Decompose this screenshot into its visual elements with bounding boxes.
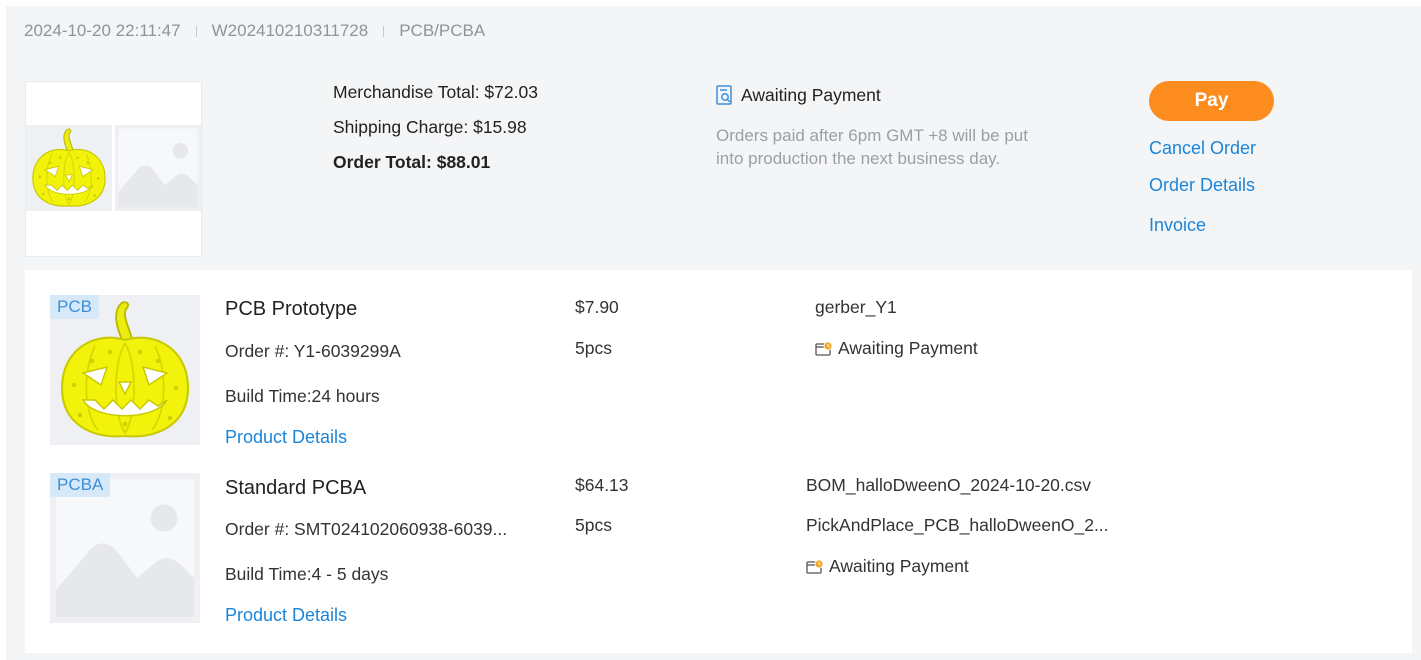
divider bbox=[195, 25, 197, 37]
product-title: Standard PCBA bbox=[225, 477, 367, 499]
status-label: Awaiting Payment bbox=[838, 338, 978, 358]
gerber-file-name[interactable]: gerber_Y1 bbox=[815, 297, 897, 318]
order-summary: Merchandise Total: $72.03 Shipping Charg… bbox=[333, 81, 538, 186]
order-number: Order #: Y1-6039299A bbox=[225, 341, 401, 361]
product-tag: PCBA bbox=[50, 473, 111, 497]
order-datetime: 2024-10-20 22:11:47 bbox=[24, 21, 181, 40]
product-details-link[interactable]: Product Details bbox=[225, 427, 347, 448]
order-actions: Pay Cancel Order Order Details Invoice bbox=[1149, 81, 1274, 235]
product-title: PCB Prototype bbox=[225, 298, 358, 320]
item-quantity: 5pcs bbox=[575, 515, 612, 535]
wallet-clock-icon bbox=[806, 559, 824, 574]
bom-file-name[interactable]: BOM_halloDweenO_2024-10-20.csv bbox=[806, 475, 1091, 496]
image-placeholder-thumbnail bbox=[115, 125, 201, 211]
merchandise-total: Merchandise Total: $72.03 bbox=[333, 82, 538, 102]
wallet-clock-icon bbox=[815, 341, 833, 356]
search-document-icon bbox=[716, 85, 732, 105]
status-row: Awaiting Payment bbox=[716, 83, 1056, 107]
image-placeholder-icon bbox=[115, 125, 201, 211]
invoice-link[interactable]: Invoice bbox=[1149, 215, 1206, 236]
pay-button[interactable]: Pay bbox=[1149, 81, 1274, 121]
status-label: Awaiting Payment bbox=[829, 556, 969, 576]
pumpkin-pcb-image bbox=[26, 125, 112, 211]
item-quantity: 5pcs bbox=[575, 338, 612, 358]
order-number: Order #: SMT024102060938-6039... bbox=[225, 519, 508, 539]
order-items-panel: PCB PCB Prototype Order #: Y1-6039299A B… bbox=[25, 270, 1412, 653]
pick-and-place-file-name[interactable]: PickAndPlace_PCB_halloDweenO_2... bbox=[806, 515, 1109, 536]
item-status: Awaiting Payment bbox=[806, 556, 969, 577]
build-time: Build Time:24 hours bbox=[225, 386, 380, 406]
order-category: PCB/PCBA bbox=[399, 21, 486, 40]
status-label: Awaiting Payment bbox=[741, 84, 881, 105]
item-price: $64.13 bbox=[575, 475, 629, 495]
order-status: Awaiting Payment Orders paid after 6pm G… bbox=[716, 83, 1056, 170]
shipping-charge: Shipping Charge: $15.98 bbox=[333, 117, 527, 137]
product-tag: PCB bbox=[50, 295, 99, 319]
divider bbox=[383, 25, 385, 37]
item-price: $7.90 bbox=[575, 297, 619, 317]
production-note: Orders paid after 6pm GMT +8 will be put… bbox=[716, 126, 1028, 168]
order-thumbnail-box bbox=[25, 81, 202, 257]
build-time: Build Time:4 - 5 days bbox=[225, 564, 389, 584]
product-details-link[interactable]: Product Details bbox=[225, 605, 347, 626]
item-image[interactable]: PCB bbox=[50, 295, 200, 445]
item-image[interactable]: PCBA bbox=[50, 473, 200, 623]
order-card: 2024-10-20 22:11:47 W202410210311728 PCB… bbox=[6, 6, 1421, 660]
item-status: Awaiting Payment bbox=[815, 338, 978, 359]
order-total: Order Total: $88.01 bbox=[333, 152, 491, 172]
order-number: W202410210311728 bbox=[211, 21, 369, 40]
order-header: 2024-10-20 22:11:47 W202410210311728 PCB… bbox=[24, 20, 485, 42]
cancel-order-link[interactable]: Cancel Order bbox=[1149, 138, 1256, 159]
pumpkin-pcb-thumbnail bbox=[26, 125, 112, 211]
order-details-link[interactable]: Order Details bbox=[1149, 175, 1255, 196]
